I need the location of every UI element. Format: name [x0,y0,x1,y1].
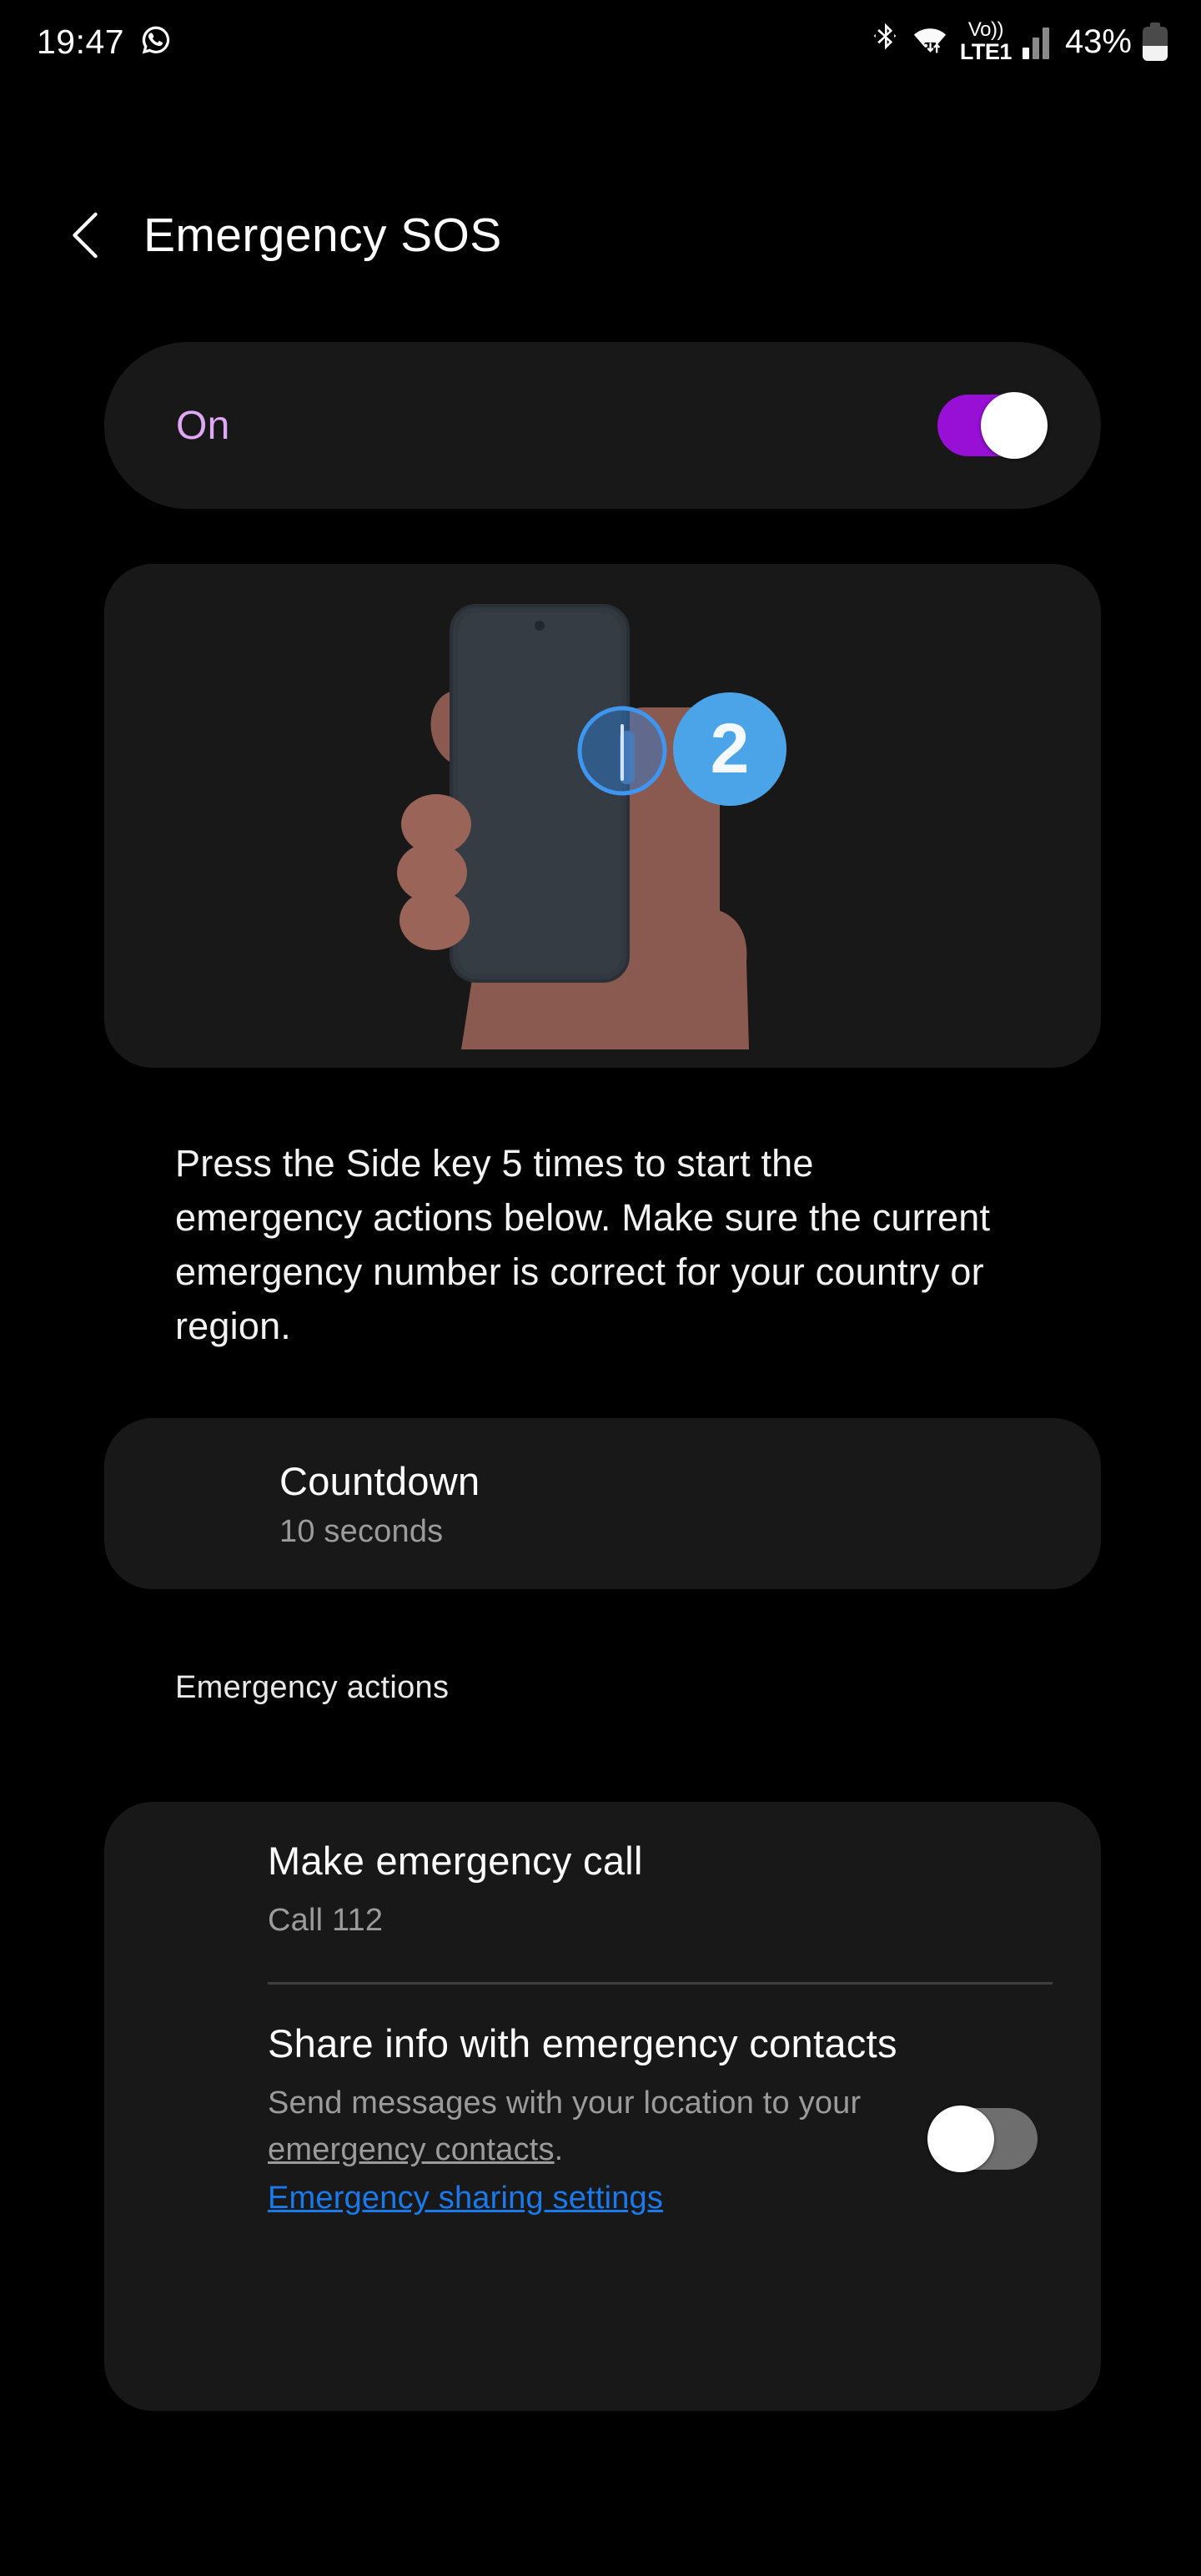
page-header: Emergency SOS [0,185,1201,285]
hand-holding-phone-illustration: 2 [104,564,1101,1068]
make-emergency-call-row[interactable]: Make emergency call Call 112 [104,1802,1101,1944]
illustration-card: 2 [104,564,1101,1068]
status-bar-right: Vo)) LTE1 43% [870,20,1168,63]
battery-icon [1143,23,1168,61]
make-emergency-call-subtitle: Call 112 [268,1903,384,1938]
page-title: Emergency SOS [143,209,502,262]
emergency-contacts-inline-link[interactable]: emergency contacts [268,2132,555,2167]
countdown-card[interactable]: Countdown 10 seconds [104,1418,1101,1589]
share-info-subtitle: Send messages with your location to your… [268,2080,968,2173]
back-button[interactable] [48,198,123,273]
share-info-subtitle-part1: Send messages with your location to your [268,2085,862,2121]
emergency-sharing-settings-link[interactable]: Emergency sharing settings [268,2175,663,2221]
toggle-knob [927,2106,994,2172]
share-info-subtitle-part2: . [554,2132,564,2167]
volte-label-top: Vo)) [967,18,1004,41]
make-emergency-call-title: Make emergency call [268,1839,643,1883]
emergency-actions-card: Make emergency call Call 112 Share info … [104,1802,1101,2411]
battery-percent-label: 43% [1064,23,1132,60]
volte-label-bottom: LTE1 [959,39,1013,64]
share-info-text-block: Share info with emergency contacts Send … [268,2018,968,2221]
status-bar: 19:47 Vo)) LTE1 43% [0,0,1201,83]
step-badge-number: 2 [710,709,749,787]
countdown-title: Countdown [279,1459,480,1503]
emergency-sos-screen: 19:47 Vo)) LTE1 43% Emergency SOS On 2 P… [0,0,1201,2576]
whatsapp-icon [139,23,173,61]
description-text: Press the Side key 5 times to start the … [175,1142,991,1347]
master-toggle-card[interactable]: On [104,342,1101,509]
wifi-icon [911,22,949,63]
share-info-title: Share info with emergency contacts [268,2021,897,2065]
countdown-value: 10 seconds [279,1514,444,1549]
chevron-left-icon [73,212,98,259]
status-bar-clock: 19:47 [37,22,125,61]
master-toggle-switch[interactable] [937,392,1048,459]
status-bar-left: 19:47 [37,23,173,62]
share-info-toggle-switch[interactable] [927,2106,1038,2172]
signal-icon [1022,24,1049,59]
toggle-knob [981,392,1048,459]
master-toggle-label: On [176,403,230,448]
volte-icon: Vo)) LTE1 [959,18,1013,64]
emergency-actions-section-header: Emergency actions [175,1670,450,1705]
bluetooth-icon [870,22,900,63]
share-info-row[interactable]: Share info with emergency contacts Send … [104,1985,1101,2221]
